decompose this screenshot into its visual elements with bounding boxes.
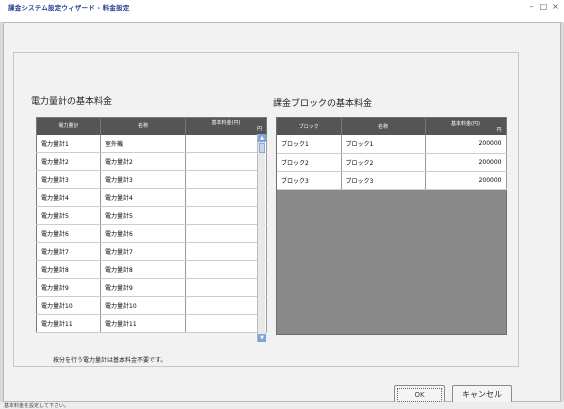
scroll-down-icon[interactable]: ▼ <box>258 334 266 342</box>
meter-fee-table: 電力量計 名称 基本料金(円) 円 電力量計1 室外機 電力量計2 電力量計2 電力量… <box>36 117 267 333</box>
meter-cell: 電力量計7 <box>36 242 101 261</box>
meter-cell: 電力量計4 <box>36 188 101 207</box>
fee-cell[interactable]: 200000 <box>425 153 507 172</box>
block-section-title: 課金ブロックの基本料金 <box>273 99 373 109</box>
table-row[interactable]: 電力量計1 室外機 <box>36 134 267 153</box>
meter-cell: 電力量計9 <box>36 278 101 297</box>
window-title: 課金システム設定ウィザード - 料金設定 <box>8 4 130 12</box>
minimize-icon[interactable]: – <box>526 2 537 12</box>
column-header-fee[interactable]: 基本料金(円) 円 <box>185 117 267 135</box>
meter-table-scrollbar[interactable]: ▲ ▼ <box>257 134 266 342</box>
fee-header-label: 基本料金(円) <box>211 120 241 127</box>
block-cell: ブロック2 <box>277 153 342 172</box>
fee-cell[interactable] <box>185 188 267 207</box>
name-cell[interactable]: 電力量計3 <box>100 170 186 189</box>
column-header-name[interactable]: 名称 <box>100 117 186 135</box>
status-text: 基本料金を設定して下さい。 <box>4 403 69 409</box>
proration-note: 按分を行う電力量計は基本料金不要です。 <box>53 357 167 364</box>
table-header-row: 電力量計 名称 基本料金(円) 円 <box>36 117 267 135</box>
name-cell[interactable]: ブロック1 <box>341 135 426 154</box>
fee-cell[interactable] <box>185 170 267 189</box>
table-row[interactable]: 電力量計7電力量計70 <box>36 242 267 261</box>
meter-cell: 電力量計6 <box>36 224 101 243</box>
fee-cell[interactable] <box>185 206 267 225</box>
name-cell[interactable]: 電力量計6 <box>100 224 186 243</box>
table-header-row: ブロック 名称 基本料金(円) 円 <box>277 118 507 135</box>
name-cell[interactable]: 電力量計11 <box>100 314 186 333</box>
meter-cell: 電力量計11 <box>36 314 101 333</box>
column-header-fee[interactable]: 基本料金(円) 円 <box>425 118 507 135</box>
maximize-icon[interactable]: □ <box>538 2 549 12</box>
name-cell[interactable]: 電力量計4 <box>100 188 186 207</box>
table-row[interactable]: 電力量計9電力量計90 <box>36 278 267 297</box>
name-cell[interactable]: 電力量計10 <box>100 296 186 315</box>
table-row[interactable]: 電力量計6電力量計60 <box>36 224 267 243</box>
fee-cell[interactable]: 200000 <box>425 171 507 190</box>
title-bar: 課金システム設定ウィザード - 料金設定 – □ × <box>0 0 564 22</box>
fee-cell[interactable]: 200000 <box>425 135 507 154</box>
table-row[interactable]: 電力量計10電力量計100 <box>36 296 267 315</box>
table-row[interactable]: 電力量計3 電力量計3 <box>36 170 267 189</box>
table-row[interactable]: ブロック2 ブロック2 200000 <box>277 153 507 172</box>
table-row[interactable]: ブロック3 ブロック3 200000 <box>277 171 507 190</box>
name-cell[interactable]: 電力量計5 <box>100 206 186 225</box>
fee-header-unit: 円 <box>256 126 262 133</box>
fee-cell[interactable] <box>185 134 267 153</box>
table-row[interactable]: 電力量計8電力量計80 <box>36 260 267 279</box>
name-cell[interactable]: 電力量計2 <box>100 152 186 171</box>
fee-cell[interactable] <box>185 152 267 171</box>
block-fee-table: ブロック 名称 基本料金(円) 円 ブロック1 ブロック1 200000 ブロック2 ブ… <box>277 118 507 190</box>
table-row[interactable]: ブロック1 ブロック1 200000 <box>277 135 507 154</box>
fee-header-label: 基本料金(円) <box>451 120 480 127</box>
meter-cell: 電力量計1 <box>36 134 101 153</box>
fee-cell[interactable]: 0 <box>185 224 267 243</box>
block-cell: ブロック1 <box>277 135 342 154</box>
name-cell[interactable]: 電力量計8 <box>100 260 186 279</box>
scroll-up-icon[interactable]: ▲ <box>258 134 266 142</box>
column-header-name[interactable]: 名称 <box>341 118 426 135</box>
close-icon[interactable]: × <box>550 2 561 12</box>
column-header-meter[interactable]: 電力量計 <box>36 117 101 135</box>
table-row[interactable]: 電力量計11電力量計110 <box>36 314 267 333</box>
table-row[interactable]: 電力量計4 電力量計4 <box>36 188 267 207</box>
fee-header-unit: 円 <box>496 126 502 133</box>
table-row[interactable]: 電力量計5 電力量計5 <box>36 206 267 225</box>
meter-section-title: 電力量計の基本料金 <box>31 97 113 107</box>
meter-cell: 電力量計8 <box>36 260 101 279</box>
meter-cell: 電力量計5 <box>36 206 101 225</box>
fee-cell[interactable]: 0 <box>185 278 267 297</box>
meter-cell: 電力量計2 <box>36 152 101 171</box>
meter-cell: 電力量計10 <box>36 296 101 315</box>
fee-cell[interactable]: 0 <box>185 242 267 261</box>
name-cell[interactable]: 室外機 <box>100 134 186 153</box>
fee-cell[interactable]: 0 <box>185 296 267 315</box>
meter-cell: 電力量計3 <box>36 170 101 189</box>
fee-cell[interactable]: 0 <box>185 260 267 279</box>
block-fee-grid: ブロック 名称 基本料金(円) 円 ブロック1 ブロック1 200000 ブロック2 ブ… <box>276 117 507 335</box>
name-cell[interactable]: ブロック2 <box>341 153 426 172</box>
column-header-block[interactable]: ブロック <box>277 118 342 135</box>
name-cell[interactable]: 電力量計9 <box>100 278 186 297</box>
status-bar: 基本料金を設定して下さい。 <box>0 402 564 409</box>
table-row[interactable]: 電力量計2 電力量計2 <box>36 152 267 171</box>
name-cell[interactable]: ブロック3 <box>341 171 426 190</box>
fee-cell[interactable]: 0 <box>185 314 267 333</box>
block-cell: ブロック3 <box>277 171 342 190</box>
scroll-thumb[interactable] <box>259 143 265 153</box>
name-cell[interactable]: 電力量計7 <box>100 242 186 261</box>
